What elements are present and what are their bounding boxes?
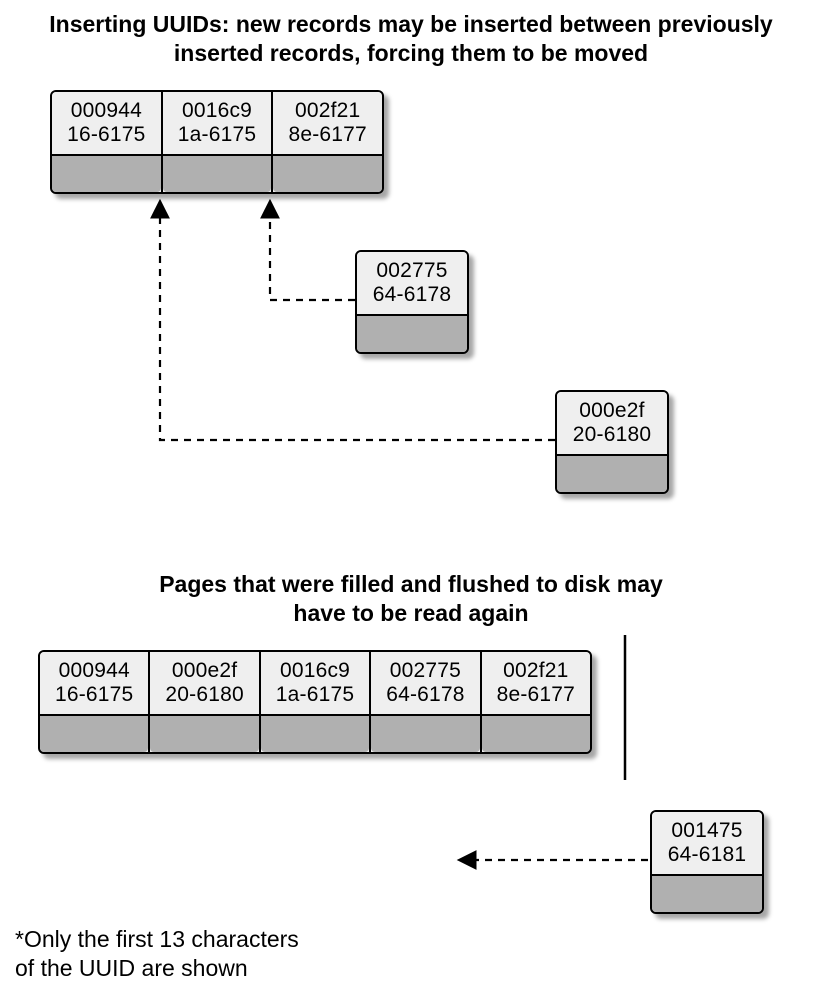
cell: 002775 64-6178 bbox=[357, 252, 467, 352]
cell-label: 000944 16-6175 bbox=[52, 92, 161, 156]
cell: 000e2f 20-6180 bbox=[557, 392, 667, 492]
cell-label: 002f21 8e-6177 bbox=[482, 652, 590, 716]
footnote-line2: of the UUID are shown bbox=[15, 954, 299, 983]
cell-label: 000e2f 20-6180 bbox=[150, 652, 258, 716]
cell-label: 0016c9 1a-6175 bbox=[261, 652, 369, 716]
heading-top: Inserting UUIDs: new records may be inse… bbox=[10, 10, 812, 68]
cell: 002f21 8e-6177 bbox=[273, 92, 382, 192]
heading-mid-line1: Pages that were filled and flushed to di… bbox=[10, 570, 812, 599]
cell-label: 002775 64-6178 bbox=[371, 652, 479, 716]
top-page-block: 000944 16-6175 0016c9 1a-6175 002f21 8e-… bbox=[50, 90, 384, 194]
cell: 000944 16-6175 bbox=[40, 652, 150, 752]
heading-mid-line2: have to be read again bbox=[10, 599, 812, 628]
footnote: *Only the first 13 characters of the UUI… bbox=[15, 925, 299, 983]
cell-label: 001475 64-6181 bbox=[652, 812, 762, 876]
cell: 002f21 8e-6177 bbox=[482, 652, 590, 752]
cell: 0016c9 1a-6175 bbox=[261, 652, 371, 752]
cell-label: 000944 16-6175 bbox=[40, 652, 148, 716]
cell: 000944 16-6175 bbox=[52, 92, 163, 192]
incoming-record-2: 000e2f 20-6180 bbox=[555, 390, 669, 494]
cell: 000e2f 20-6180 bbox=[150, 652, 260, 752]
diagram-canvas: Inserting UUIDs: new records may be inse… bbox=[10, 10, 812, 990]
heading-top-line2: inserted records, forcing them to be mov… bbox=[10, 39, 812, 68]
footnote-line1: *Only the first 13 characters bbox=[15, 925, 299, 954]
incoming-record-1: 002775 64-6178 bbox=[355, 250, 469, 354]
cell: 002775 64-6178 bbox=[371, 652, 481, 752]
cell-label: 000e2f 20-6180 bbox=[557, 392, 667, 456]
cell: 0016c9 1a-6175 bbox=[163, 92, 274, 192]
cell: 001475 64-6181 bbox=[652, 812, 762, 912]
cell-label: 0016c9 1a-6175 bbox=[163, 92, 272, 156]
cell-label: 002775 64-6178 bbox=[357, 252, 467, 316]
new-record: 001475 64-6181 bbox=[650, 810, 764, 914]
cell-label: 002f21 8e-6177 bbox=[273, 92, 382, 156]
bottom-page-block: 000944 16-6175 000e2f 20-6180 0016c9 1a-… bbox=[38, 650, 592, 754]
heading-mid: Pages that were filled and flushed to di… bbox=[10, 570, 812, 628]
heading-top-line1: Inserting UUIDs: new records may be inse… bbox=[10, 10, 812, 39]
